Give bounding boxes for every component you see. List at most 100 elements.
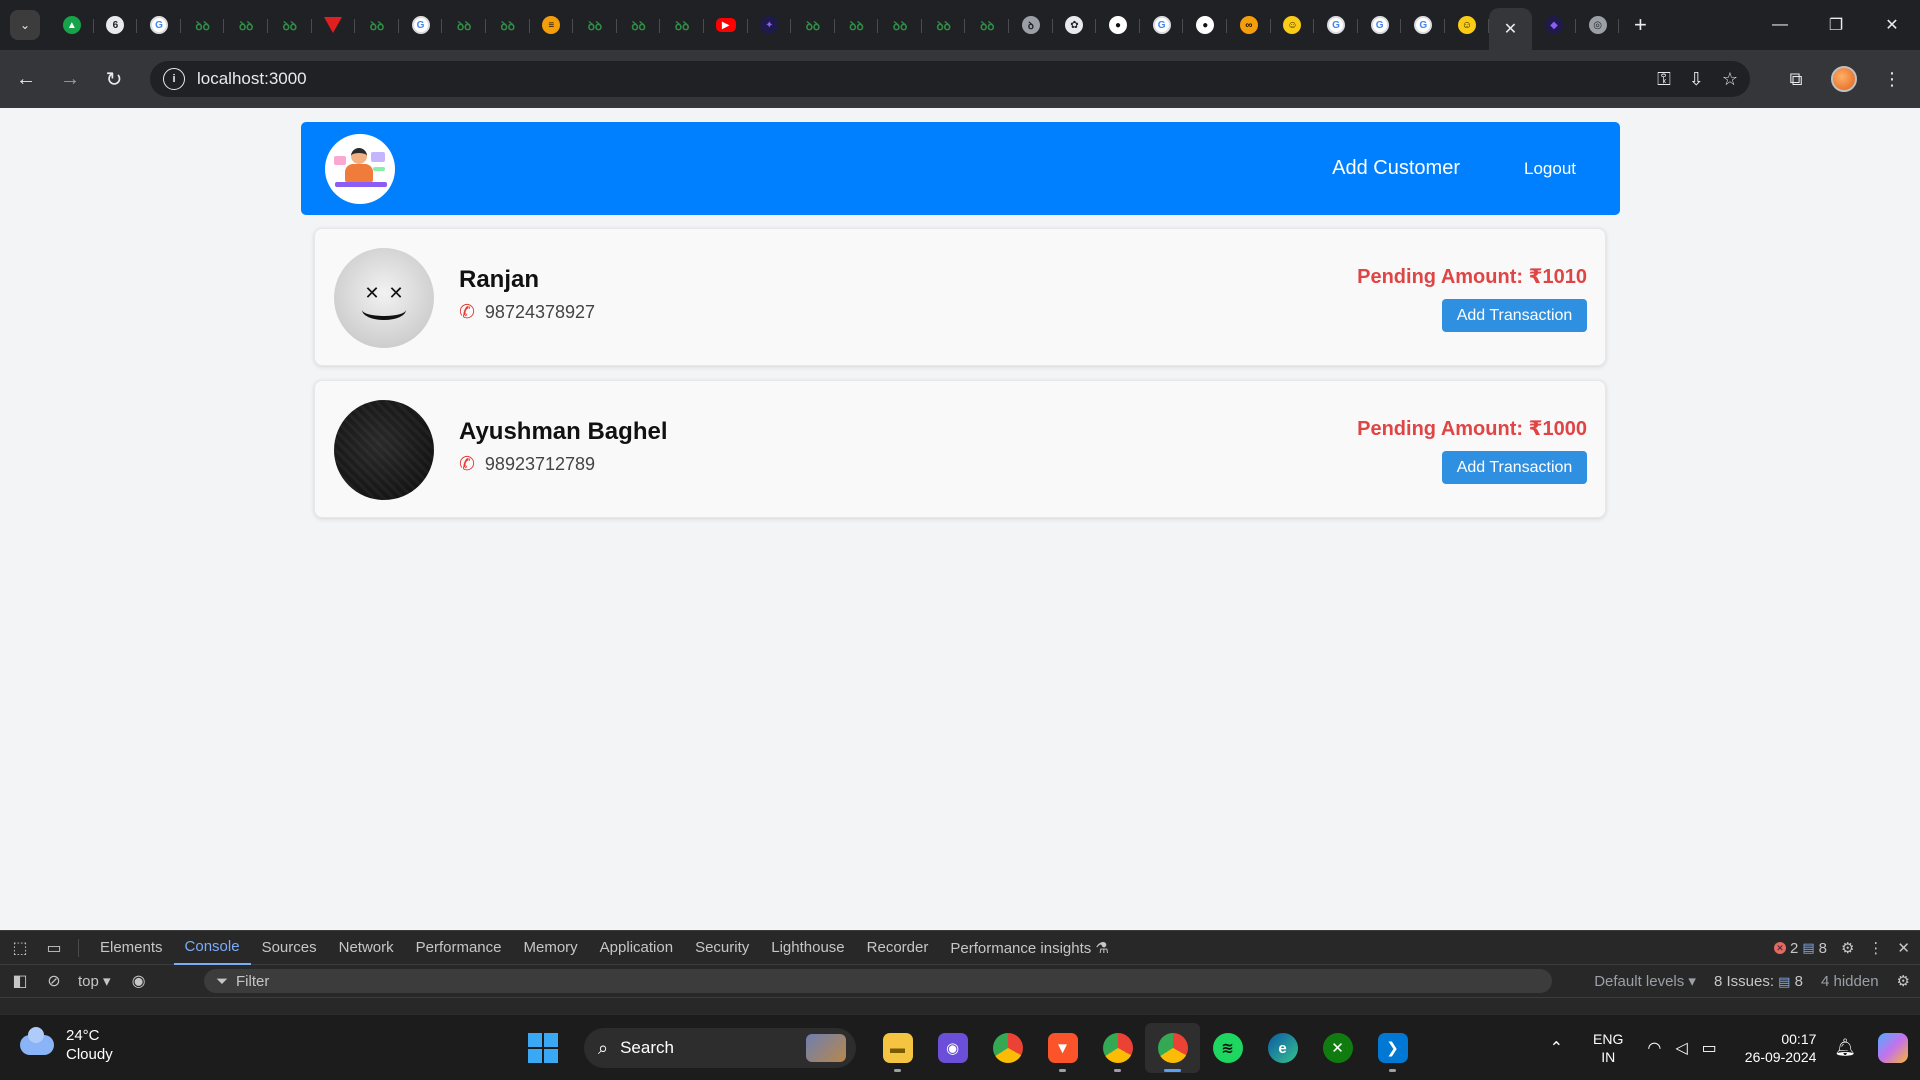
console-output[interactable] [0, 997, 1920, 1013]
devtools-tab-lighthouse[interactable]: Lighthouse [760, 931, 855, 965]
sidebar-toggle-icon[interactable]: ◧ [6, 967, 34, 995]
install-app-icon[interactable]: ⇩ [1689, 69, 1704, 90]
chrome-app[interactable] [980, 1023, 1035, 1073]
tab[interactable]: ✿ [1053, 7, 1097, 43]
tab[interactable]: 6 [94, 7, 138, 43]
tab[interactable]: ꝺꝺ [442, 7, 486, 43]
tab[interactable] [312, 7, 356, 43]
tab[interactable]: G [399, 7, 443, 43]
tab[interactable]: ▶ [704, 7, 748, 43]
devtools-tab-performance-insights[interactable]: Performance insights ⚗ [939, 931, 1120, 965]
tab[interactable]: G [1314, 7, 1358, 43]
context-selector[interactable]: top ▾ [78, 972, 111, 990]
add-customer-link[interactable]: Add Customer [1332, 157, 1460, 180]
tab[interactable]: ꝺꝺ [791, 7, 835, 43]
clock[interactable]: 00:17 26-09-2024 [1745, 1030, 1817, 1066]
close-icon[interactable]: ✕ [1504, 19, 1517, 39]
tab[interactable]: ꝺꝺ [181, 7, 225, 43]
tab[interactable]: ꝺꝺ [224, 7, 268, 43]
bookmark-star-icon[interactable]: ☆ [1722, 69, 1738, 90]
tab[interactable]: ꝺ [1009, 7, 1053, 43]
notification-bell-icon[interactable]: 🔔︎ [1834, 1038, 1856, 1058]
url-text[interactable]: localhost:3000 [197, 69, 307, 89]
console-settings-icon[interactable]: ⚙ [1897, 972, 1910, 990]
add-transaction-button[interactable]: Add Transaction [1442, 299, 1587, 332]
tab[interactable]: ☺ [1271, 7, 1315, 43]
tab[interactable]: ✦ [748, 7, 792, 43]
add-transaction-button[interactable]: Add Transaction [1442, 451, 1587, 484]
extensions-icon[interactable]: ⧉ [1778, 61, 1814, 97]
back-icon[interactable]: ← [8, 61, 44, 97]
device-toolbar-icon[interactable]: ▭ [40, 934, 68, 962]
devtools-tab-memory[interactable]: Memory [513, 931, 589, 965]
devtools-tab-console[interactable]: Console [173, 931, 251, 965]
tab[interactable]: ∞ [1227, 7, 1271, 43]
forward-icon[interactable]: → [52, 61, 88, 97]
devtools-tab-performance[interactable]: Performance [405, 931, 513, 965]
devtools-tab-elements[interactable]: Elements [89, 931, 174, 965]
new-tab-button[interactable]: + [1623, 8, 1657, 42]
tab[interactable]: ☺ [1445, 7, 1489, 43]
devtools-tab-recorder[interactable]: Recorder [856, 931, 940, 965]
restore-icon[interactable]: ❐ [1808, 0, 1864, 50]
logout-link[interactable]: Logout [1524, 159, 1576, 179]
chevron-up-icon[interactable]: ⌃ [1550, 1038, 1563, 1058]
tab[interactable]: ◆ [1532, 7, 1576, 43]
chrome-profile-app[interactable] [1090, 1023, 1145, 1073]
tab[interactable]: ꝺꝺ [965, 7, 1009, 43]
language-indicator[interactable]: ENG IN [1593, 1030, 1623, 1066]
taskbar-search[interactable]: ⌕ Search [584, 1028, 856, 1068]
clear-console-icon[interactable]: ⊘ [40, 967, 68, 995]
tab[interactable]: ≡ [530, 7, 574, 43]
live-expression-eye-icon[interactable]: ◉ [125, 967, 153, 995]
more-menu-icon[interactable]: ⋮ [1874, 61, 1910, 97]
address-bar[interactable]: i localhost:3000 ⚿ ⇩ ☆ [150, 61, 1750, 97]
window-close-icon[interactable]: ✕ [1864, 0, 1920, 50]
app-logo[interactable] [325, 133, 395, 204]
devtools-close-icon[interactable]: ✕ [1897, 939, 1910, 957]
inspect-element-icon[interactable]: ⬚ [6, 934, 34, 962]
chrome-active-app[interactable] [1145, 1023, 1200, 1073]
vscode-app[interactable]: ❯ [1365, 1023, 1420, 1073]
devtools-tab-application[interactable]: Application [589, 931, 684, 965]
password-key-icon[interactable]: ⚿ [1657, 69, 1671, 90]
devtools-settings-icon[interactable]: ⚙ [1841, 939, 1854, 957]
tab[interactable]: G [137, 7, 181, 43]
copilot-icon[interactable] [1878, 1033, 1908, 1063]
devtools-more-icon[interactable]: ⋮ [1868, 939, 1883, 957]
tab[interactable]: ꝺꝺ [573, 7, 617, 43]
issues-link[interactable]: 8 Issues: ▤ 8 [1714, 973, 1803, 990]
console-filter-input[interactable]: ⏷ Filter [204, 969, 1552, 993]
tab-search-button[interactable]: ⌄ [10, 10, 40, 40]
tab[interactable]: G [1358, 7, 1402, 43]
tab[interactable]: ꝺꝺ [835, 7, 879, 43]
devtools-tab-security[interactable]: Security [684, 931, 760, 965]
edge-app[interactable]: e [1255, 1023, 1310, 1073]
xbox-app[interactable]: ✕ [1310, 1023, 1365, 1073]
start-button[interactable] [524, 1029, 562, 1067]
reload-icon[interactable]: ↻ [96, 61, 132, 97]
tray-status-icons[interactable]: ◠ ◁ ▭ [1647, 1038, 1716, 1058]
photo-app[interactable]: ◉ [925, 1023, 980, 1073]
tab[interactable]: G [1401, 7, 1445, 43]
site-info-icon[interactable]: i [163, 68, 185, 90]
customer-card[interactable]: Ayushman Baghel ✆ 98923712789 Pending Am… [314, 380, 1606, 518]
tab[interactable]: ● [1183, 7, 1227, 43]
devtools-tab-network[interactable]: Network [328, 931, 405, 965]
tab[interactable]: ꝺꝺ [355, 7, 399, 43]
file-explorer-app[interactable]: ▬ [870, 1023, 925, 1073]
minimize-icon[interactable]: — [1752, 0, 1808, 50]
error-count-badge[interactable]: ✕ 2 ▤ 8 [1773, 940, 1827, 957]
active-tab[interactable]: ✕ [1488, 8, 1533, 50]
tab[interactable]: ꝺꝺ [660, 7, 704, 43]
tab[interactable]: G [1140, 7, 1184, 43]
log-levels-dropdown[interactable]: Default levels ▾ [1594, 972, 1696, 990]
tab[interactable]: ● [1096, 7, 1140, 43]
brave-app[interactable]: ▼ [1035, 1023, 1090, 1073]
customer-card[interactable]: ✕ ✕ Ranjan ✆ 98724378927 Pending Amount: … [314, 228, 1606, 366]
profile-avatar[interactable] [1826, 61, 1862, 97]
tab[interactable]: ꝺꝺ [922, 7, 966, 43]
tab[interactable]: ◎ [1576, 7, 1620, 43]
weather-widget[interactable]: 24°C Cloudy [20, 1026, 113, 1064]
tab[interactable]: ꝺꝺ [617, 7, 661, 43]
